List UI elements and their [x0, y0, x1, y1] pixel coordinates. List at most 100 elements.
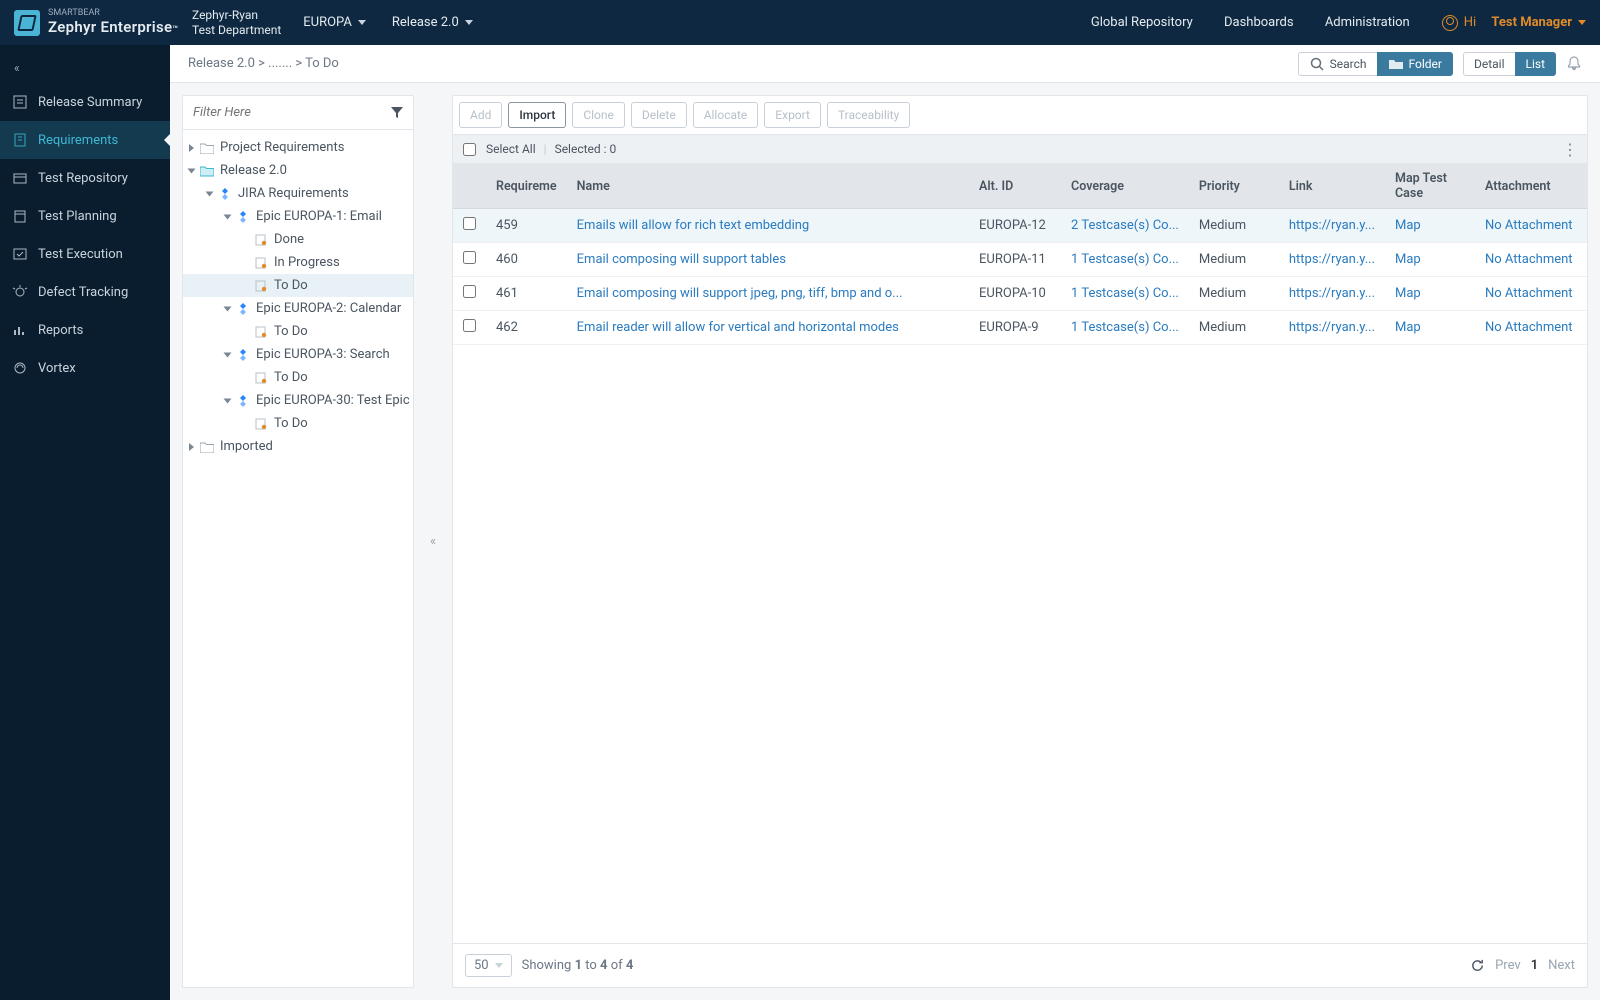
- sidebar-item-defect-tracking[interactable]: Defect Tracking: [0, 273, 170, 311]
- row-checkbox[interactable]: [463, 217, 476, 230]
- user-menu[interactable]: Hi Test Manager: [1442, 15, 1586, 31]
- tree-node[interactable]: JIRA Requirements: [183, 182, 413, 205]
- col-link[interactable]: Link: [1279, 164, 1385, 209]
- table-row[interactable]: 461Email composing will support jpeg, pn…: [453, 277, 1587, 311]
- filter-input[interactable]: [193, 105, 391, 120]
- cell-coverage[interactable]: 1 Testcase(s) Co...: [1061, 311, 1189, 345]
- search-button[interactable]: Search: [1298, 52, 1378, 76]
- cell-link[interactable]: https://ryan.y...: [1279, 209, 1385, 243]
- grid-menu-button[interactable]: ⋮: [1562, 140, 1577, 159]
- cell-id: 460: [486, 243, 567, 277]
- release-dropdown[interactable]: Release 2.0: [392, 15, 473, 30]
- next-button[interactable]: Next: [1548, 958, 1575, 973]
- clone-button[interactable]: Clone: [572, 102, 625, 128]
- col-id[interactable]: Requireme: [486, 164, 567, 209]
- cell-priority: Medium: [1189, 209, 1279, 243]
- collapse-sidenav-button[interactable]: «: [0, 53, 170, 83]
- tree-node[interactable]: Epic EUROPA-2: Calendar: [183, 297, 413, 320]
- tree-node[interactable]: Done: [183, 228, 413, 251]
- sidebar-item-requirements[interactable]: Requirements: [0, 121, 170, 159]
- prev-button[interactable]: Prev: [1495, 958, 1521, 973]
- add-button[interactable]: Add: [459, 102, 502, 128]
- col-coverage[interactable]: Coverage: [1061, 164, 1189, 209]
- cell-map[interactable]: Map: [1385, 243, 1475, 277]
- cell-map[interactable]: Map: [1385, 277, 1475, 311]
- table-row[interactable]: 459Emails will allow for rich text embed…: [453, 209, 1587, 243]
- cell-name[interactable]: Emails will allow for rich text embeddin…: [567, 209, 969, 243]
- tree-twisty-icon[interactable]: [224, 398, 232, 403]
- project-dropdown[interactable]: EUROPA: [303, 15, 366, 30]
- tree-node[interactable]: To Do: [183, 274, 413, 297]
- sidebar-item-test-planning[interactable]: Test Planning: [0, 197, 170, 235]
- import-button[interactable]: Import: [508, 102, 566, 128]
- tree-twisty-icon[interactable]: [189, 443, 194, 451]
- col-name[interactable]: Name: [567, 164, 969, 209]
- col-priority[interactable]: Priority: [1189, 164, 1279, 209]
- tree-node[interactable]: Epic EUROPA-1: Email: [183, 205, 413, 228]
- cell-link[interactable]: https://ryan.y...: [1279, 277, 1385, 311]
- table-row[interactable]: 462Email reader will allow for vertical …: [453, 311, 1587, 345]
- cell-coverage[interactable]: 1 Testcase(s) Co...: [1061, 243, 1189, 277]
- cell-name[interactable]: Email reader will allow for vertical and…: [567, 311, 969, 345]
- row-checkbox[interactable]: [463, 251, 476, 264]
- cell-coverage[interactable]: 2 Testcase(s) Co...: [1061, 209, 1189, 243]
- nav-global-repository[interactable]: Global Repository: [1091, 15, 1193, 30]
- col-attachment[interactable]: Attachment: [1475, 164, 1587, 209]
- table-row[interactable]: 460Email composing will support tablesEU…: [453, 243, 1587, 277]
- cell-map[interactable]: Map: [1385, 311, 1475, 345]
- tree-twisty-icon[interactable]: [224, 352, 232, 357]
- sidebar-item-test-execution[interactable]: Test Execution: [0, 235, 170, 273]
- tree-node[interactable]: To Do: [183, 412, 413, 435]
- page-size-dropdown[interactable]: 50: [465, 954, 512, 977]
- cell-attachment[interactable]: No Attachment: [1475, 277, 1587, 311]
- cell-link[interactable]: https://ryan.y...: [1279, 243, 1385, 277]
- tree-twisty-icon[interactable]: [188, 168, 196, 173]
- tree-twisty-icon[interactable]: [189, 144, 194, 152]
- bell-icon[interactable]: [1566, 56, 1582, 72]
- row-checkbox[interactable]: [463, 285, 476, 298]
- allocate-button[interactable]: Allocate: [693, 102, 759, 128]
- list-button[interactable]: List: [1515, 52, 1557, 76]
- tree-node[interactable]: Epic EUROPA-30: Test Epic: [183, 389, 413, 412]
- cell-coverage[interactable]: 1 Testcase(s) Co...: [1061, 277, 1189, 311]
- collapse-tree-handle[interactable]: «: [426, 534, 440, 549]
- refresh-icon[interactable]: [1470, 958, 1485, 973]
- select-all-checkbox[interactable]: [463, 143, 476, 156]
- sidebar-item-reports[interactable]: Reports: [0, 311, 170, 349]
- cell-attachment[interactable]: No Attachment: [1475, 243, 1587, 277]
- nav-administration[interactable]: Administration: [1325, 15, 1410, 30]
- col-alt[interactable]: Alt. ID: [969, 164, 1061, 209]
- nav-dashboards[interactable]: Dashboards: [1224, 15, 1294, 30]
- sidebar-item-test-repository[interactable]: Test Repository: [0, 159, 170, 197]
- cell-attachment[interactable]: No Attachment: [1475, 209, 1587, 243]
- cell-attachment[interactable]: No Attachment: [1475, 311, 1587, 345]
- cell-name[interactable]: Email composing will support jpeg, png, …: [567, 277, 969, 311]
- tree-twisty-icon[interactable]: [206, 191, 214, 196]
- cell-alt-id: EUROPA-9: [969, 311, 1061, 345]
- tree-node[interactable]: Release 2.0: [183, 159, 413, 182]
- tree-node[interactable]: Epic EUROPA-3: Search: [183, 343, 413, 366]
- cell-link[interactable]: https://ryan.y...: [1279, 311, 1385, 345]
- row-checkbox[interactable]: [463, 319, 476, 332]
- logo[interactable]: SMARTBEAR Zephyr Enterprise™: [14, 9, 192, 36]
- tree-node[interactable]: In Progress: [183, 251, 413, 274]
- folder-button[interactable]: Folder: [1377, 52, 1453, 76]
- cell-map[interactable]: Map: [1385, 209, 1475, 243]
- filter-icon[interactable]: [391, 107, 403, 119]
- traceability-button[interactable]: Traceability: [827, 102, 910, 128]
- export-button[interactable]: Export: [764, 102, 821, 128]
- delete-button[interactable]: Delete: [631, 102, 687, 128]
- sidebar-item-release-summary[interactable]: Release Summary: [0, 83, 170, 121]
- tree-node[interactable]: To Do: [183, 366, 413, 389]
- select-all-label[interactable]: Select All: [486, 142, 536, 156]
- tree-node[interactable]: Imported: [183, 435, 413, 458]
- tree-twisty-icon[interactable]: [224, 306, 232, 311]
- tree-node[interactable]: To Do: [183, 320, 413, 343]
- sidebar-item-label: Test Planning: [38, 209, 117, 224]
- col-map[interactable]: Map Test Case: [1385, 164, 1475, 209]
- tree-node[interactable]: Project Requirements: [183, 136, 413, 159]
- sidebar-item-vortex[interactable]: Vortex: [0, 349, 170, 387]
- cell-name[interactable]: Email composing will support tables: [567, 243, 969, 277]
- detail-button[interactable]: Detail: [1463, 52, 1516, 76]
- tree-twisty-icon[interactable]: [224, 214, 232, 219]
